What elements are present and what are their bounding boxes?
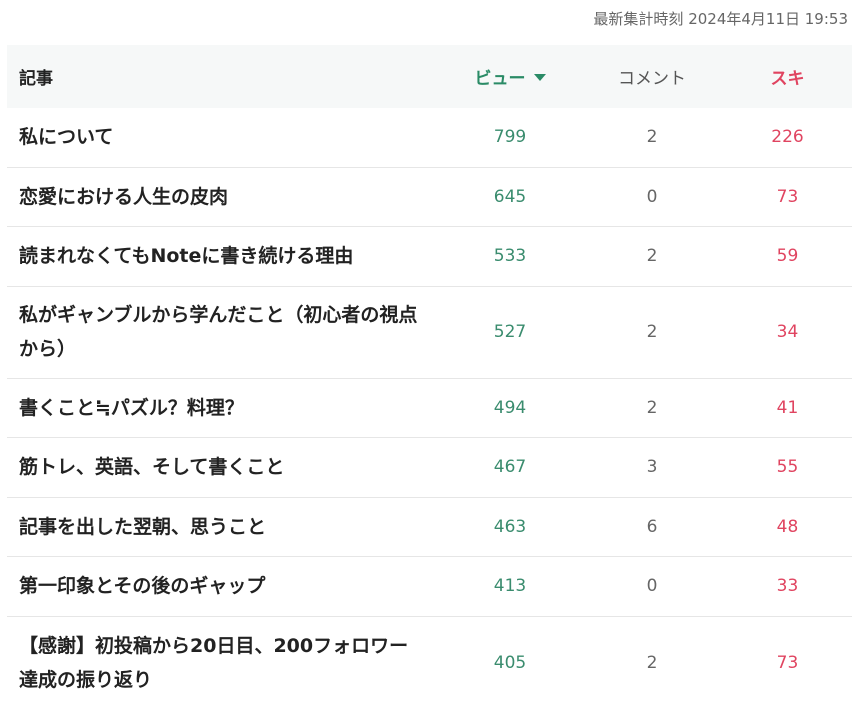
table-row[interactable]: 私について 799 2 226 xyxy=(7,108,852,168)
view-count: 799 xyxy=(493,127,527,148)
table-row[interactable]: 書くこと≒パズル？料理？ 494 2 41 xyxy=(7,379,852,438)
comment-count: 2 xyxy=(646,397,658,418)
article-title-link[interactable]: 私について xyxy=(7,120,439,154)
article-title-link[interactable]: 書くこと≒パズル？料理？ xyxy=(7,391,439,425)
article-title-link[interactable]: 読まれなくてもNoteに書き続ける理由 xyxy=(7,239,439,273)
last-updated-timestamp: 最新集計時刻 2024年4月11日 19:53 xyxy=(593,10,848,28)
table-row[interactable]: 第一印象とその後のギャップ 413 0 33 xyxy=(7,557,852,617)
article-title-link[interactable]: 第一印象とその後のギャップ xyxy=(7,569,439,603)
table-row[interactable]: 読まれなくてもNoteに書き続ける理由 533 2 59 xyxy=(7,227,852,287)
view-count: 527 xyxy=(493,322,527,342)
table-row[interactable]: 記事を出した翌朝、思うこと 463 6 48 xyxy=(7,498,852,557)
article-title-link[interactable]: 私がギャンブルから学んだこと（初心者の視点から） xyxy=(7,298,439,366)
view-count: 463 xyxy=(493,516,527,537)
like-count: 226 xyxy=(771,127,804,148)
like-count: 73 xyxy=(776,652,799,673)
like-count: 34 xyxy=(776,322,799,342)
like-count: 59 xyxy=(776,246,799,267)
like-count: 33 xyxy=(776,576,799,597)
table-row[interactable]: 【感謝】初投稿から20日目、200フォロワー達成の振り返り 405 2 73 xyxy=(7,617,852,709)
table-row[interactable]: 私がギャンブルから学んだこと（初心者の視点から） 527 2 34 xyxy=(7,287,852,379)
table-header: 記事 ビュー コメント スキ xyxy=(7,45,852,108)
view-count: 467 xyxy=(493,457,527,478)
article-stats-table: 記事 ビュー コメント スキ 私について 799 2 226 恋愛における人生の… xyxy=(7,45,852,709)
article-title-link[interactable]: 記事を出した翌朝、思うこと xyxy=(7,510,439,544)
comment-count: 2 xyxy=(646,322,658,342)
header-comments[interactable]: コメント xyxy=(581,64,723,89)
header-title: 記事 xyxy=(19,69,53,89)
like-count: 55 xyxy=(776,457,799,478)
comment-count: 0 xyxy=(646,576,658,597)
comment-count: 2 xyxy=(646,127,658,148)
view-count: 413 xyxy=(493,576,527,597)
sort-down-icon xyxy=(533,74,546,81)
view-count: 533 xyxy=(493,246,527,267)
comment-count: 6 xyxy=(646,516,658,537)
header-views-label: ビュー xyxy=(474,69,526,89)
table-row[interactable]: 恋愛における人生の皮肉 645 0 73 xyxy=(7,168,852,227)
article-title-link[interactable]: 【感謝】初投稿から20日目、200フォロワー達成の振り返り xyxy=(7,629,439,697)
comment-count: 3 xyxy=(646,457,658,478)
like-count: 48 xyxy=(776,516,799,537)
comment-count: 0 xyxy=(646,186,658,207)
article-title-link[interactable]: 恋愛における人生の皮肉 xyxy=(7,180,439,214)
view-count: 494 xyxy=(493,397,527,418)
header-likes[interactable]: スキ xyxy=(723,64,852,89)
comment-count: 2 xyxy=(646,246,658,267)
comment-count: 2 xyxy=(646,652,658,673)
view-count: 645 xyxy=(493,186,527,207)
like-count: 73 xyxy=(776,186,799,207)
header-views-sort[interactable]: ビュー xyxy=(439,64,581,89)
view-count: 405 xyxy=(493,652,527,673)
article-title-link[interactable]: 筋トレ、英語、そして書くこと xyxy=(7,450,439,484)
like-count: 41 xyxy=(776,397,799,418)
table-row[interactable]: 筋トレ、英語、そして書くこと 467 3 55 xyxy=(7,438,852,498)
